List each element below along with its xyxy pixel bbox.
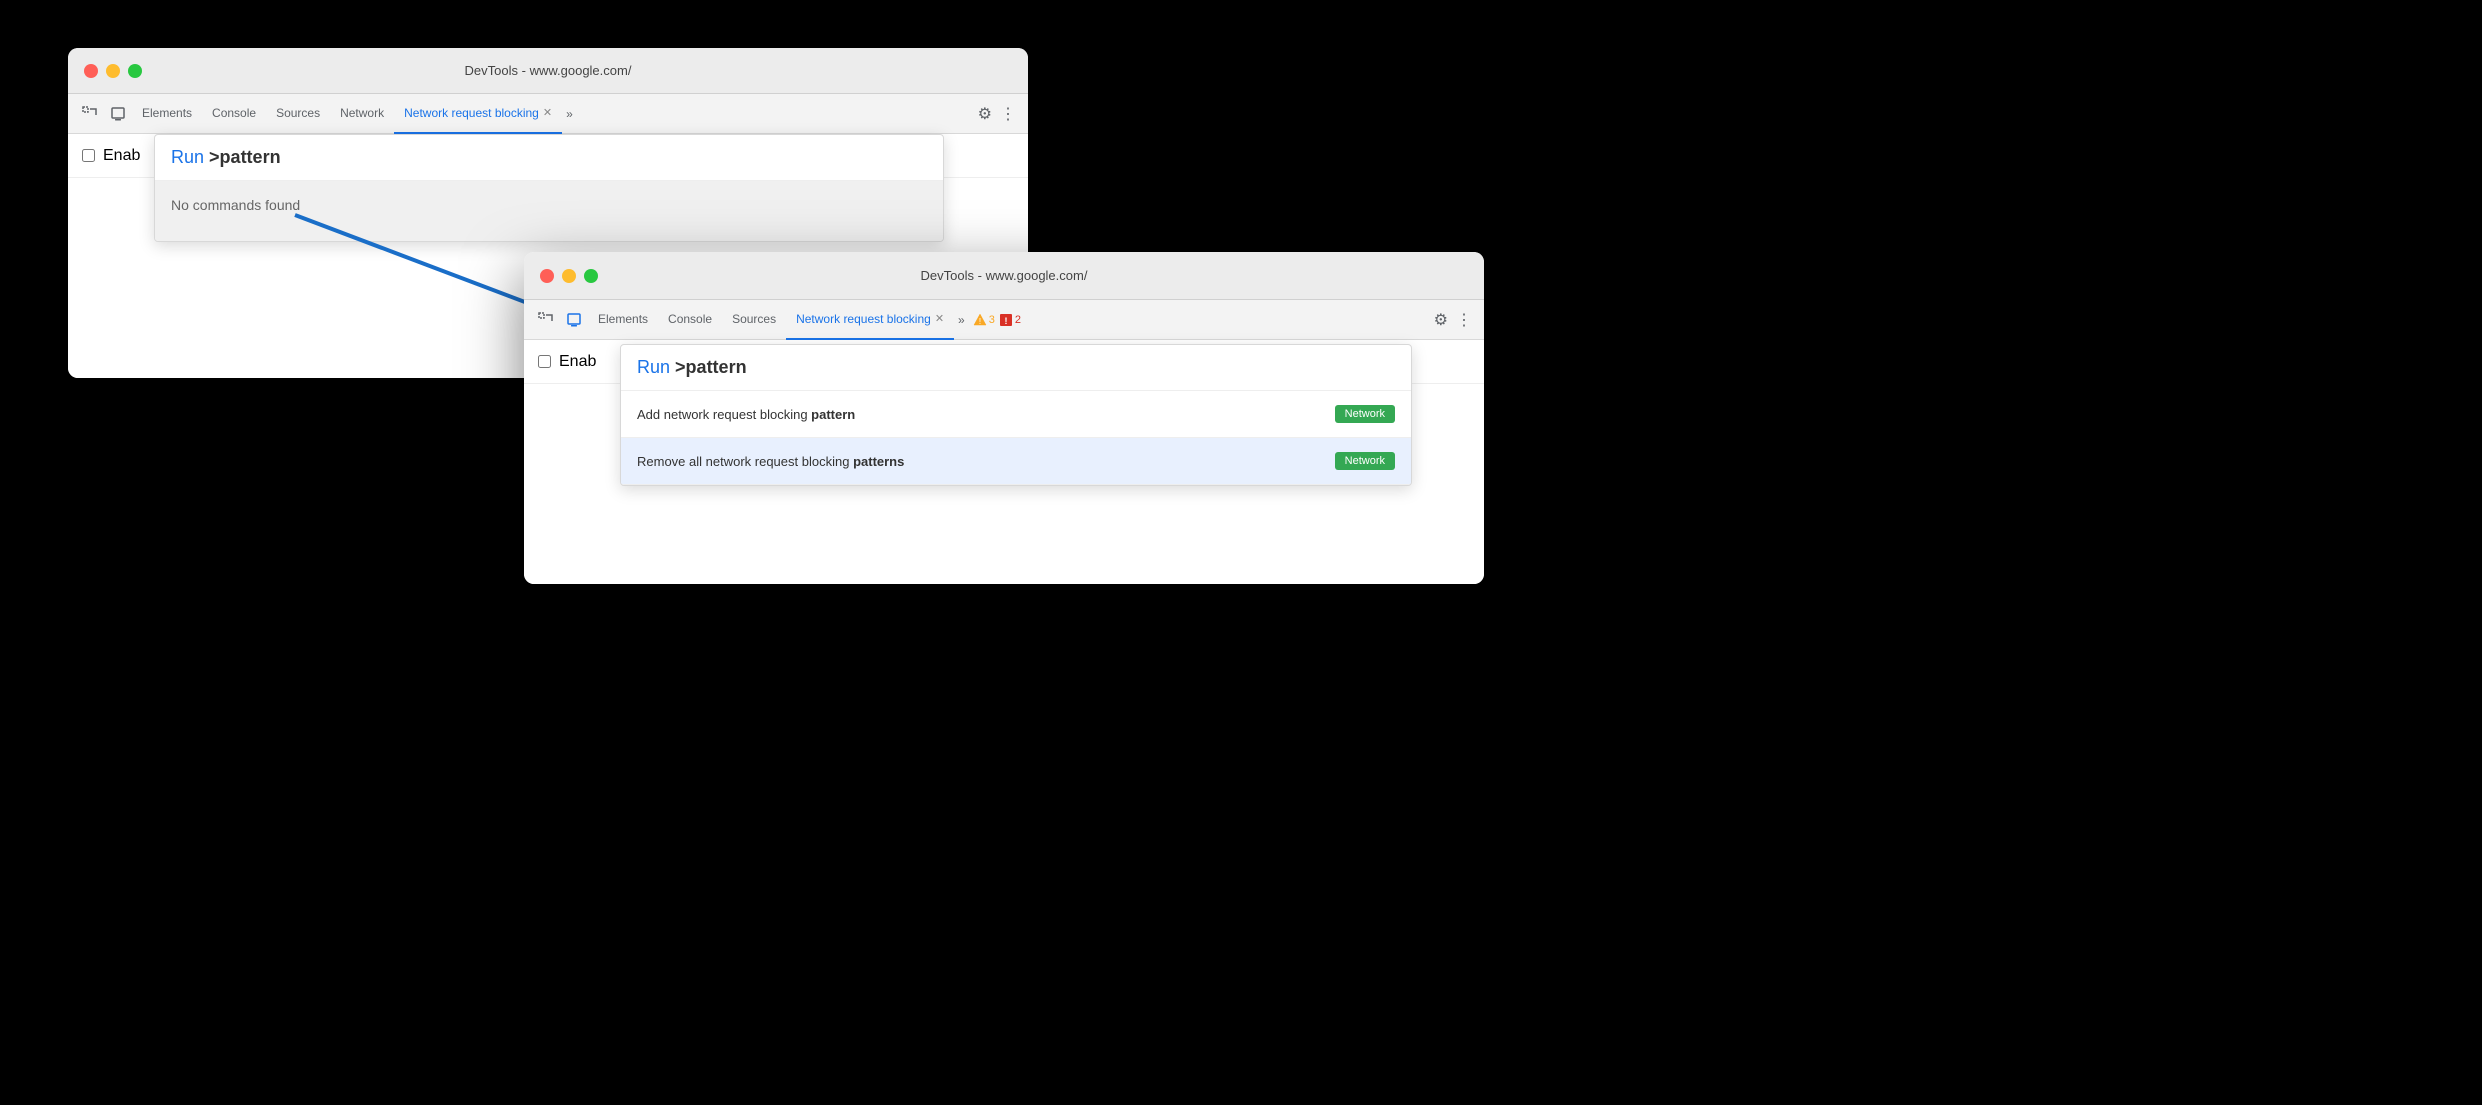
tab-console-1[interactable]: Console (202, 94, 266, 134)
minimize-button-1[interactable] (106, 64, 120, 78)
tab-sources-1[interactable]: Sources (266, 94, 330, 134)
result-row-2[interactable]: Remove all network request blocking patt… (621, 438, 1411, 485)
enable-checkbox-2[interactable] (538, 355, 551, 368)
more-icon-1[interactable]: ⋮ (996, 104, 1020, 124)
inspect-icon-2[interactable] (532, 306, 560, 334)
command-palette-2[interactable]: Run >pattern Add network request blockin… (620, 344, 1412, 486)
inspect-icon[interactable] (76, 100, 104, 128)
command-input-1[interactable]: Run >pattern (155, 135, 943, 181)
command-palette-1[interactable]: Run >pattern No commands found (154, 134, 944, 242)
device-icon[interactable] (104, 100, 132, 128)
titlebar-1: DevTools - www.google.com/ (68, 48, 1028, 94)
run-label-2: Run (637, 357, 670, 377)
chevron-more-icon-1[interactable]: » (562, 107, 577, 121)
run-label-1: Run (171, 147, 204, 167)
gear-icon-1[interactable]: ⚙ (974, 104, 996, 124)
result-1-badge[interactable]: Network (1335, 405, 1395, 423)
result-2-text: Remove all network request blocking patt… (637, 454, 904, 469)
traffic-lights-2 (540, 269, 598, 283)
tab-close-icon-1[interactable]: ✕ (543, 106, 552, 119)
tab-close-icon-2[interactable]: ✕ (935, 312, 944, 325)
badges-2: ! 3 ! 2 (973, 313, 1021, 327)
more-icon-2[interactable]: ⋮ (1452, 310, 1476, 330)
tab-network-request-blocking-2[interactable]: Network request blocking ✕ (786, 300, 954, 340)
tab-console-2[interactable]: Console (658, 300, 722, 340)
error-badge-2: ! 2 (999, 313, 1021, 327)
pattern-label-1: >pattern (209, 147, 281, 167)
window-title-2: DevTools - www.google.com/ (921, 268, 1088, 283)
pattern-label-2: >pattern (675, 357, 747, 377)
window-title-1: DevTools - www.google.com/ (465, 63, 632, 78)
minimize-button-2[interactable] (562, 269, 576, 283)
tab-sources-2[interactable]: Sources (722, 300, 786, 340)
tab-network-1[interactable]: Network (330, 94, 394, 134)
enable-label-2: Enab (559, 353, 596, 371)
device-icon-2[interactable] (560, 306, 588, 334)
result-1-text: Add network request blocking pattern (637, 407, 855, 422)
warning-badge-2: ! 3 (973, 313, 995, 327)
gear-icon-2[interactable]: ⚙ (1430, 310, 1452, 330)
tab-elements-1[interactable]: Elements (132, 94, 202, 134)
svg-text:!: ! (1004, 316, 1007, 326)
maximize-button-2[interactable] (584, 269, 598, 283)
result-2-badge[interactable]: Network (1335, 452, 1395, 470)
titlebar-2: DevTools - www.google.com/ (524, 252, 1484, 300)
svg-text:!: ! (979, 317, 981, 326)
chevron-more-icon-2[interactable]: » (954, 313, 969, 327)
traffic-lights-1 (84, 64, 142, 78)
enable-checkbox-1[interactable] (82, 149, 95, 162)
close-button-1[interactable] (84, 64, 98, 78)
command-input-2[interactable]: Run >pattern (621, 345, 1411, 391)
toolbar-2: Elements Console Sources Network request… (524, 300, 1484, 340)
enable-label-1: Enab (103, 147, 140, 165)
toolbar-1: Elements Console Sources Network Network… (68, 94, 1028, 134)
tab-network-request-blocking-1[interactable]: Network request blocking ✕ (394, 94, 562, 134)
close-button-2[interactable] (540, 269, 554, 283)
result-row-1[interactable]: Add network request blocking pattern Net… (621, 391, 1411, 438)
maximize-button-1[interactable] (128, 64, 142, 78)
tab-elements-2[interactable]: Elements (588, 300, 658, 340)
no-results-1: No commands found (155, 181, 943, 241)
